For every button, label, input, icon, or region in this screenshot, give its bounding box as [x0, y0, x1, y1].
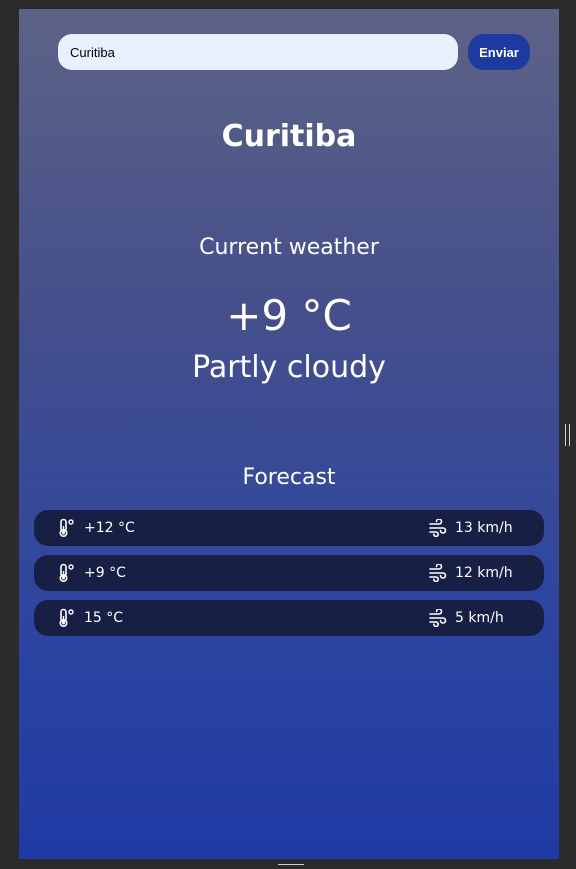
city-title: Curitiba: [221, 119, 357, 154]
wind-icon: [429, 609, 447, 627]
forecast-temperature: +12 °C: [84, 520, 135, 536]
current-description: Partly cloudy: [192, 350, 386, 385]
search-bar: Enviar: [58, 34, 530, 70]
app-window: Enviar Curitiba Current weather +9 °C Pa…: [19, 9, 559, 859]
thermometer-icon: [59, 518, 74, 538]
forecast-row: +9 °C 12 km/h: [34, 555, 544, 591]
thermometer-icon: [59, 608, 74, 628]
current-weather-heading: Current weather: [199, 235, 379, 260]
forecast-wind: 13 km/h: [455, 520, 513, 536]
forecast-wind: 12 km/h: [455, 565, 513, 581]
bottom-resize-handle[interactable]: [278, 864, 304, 869]
forecast-wind: 5 km/h: [455, 610, 504, 626]
wind-icon: [429, 519, 447, 537]
forecast-temperature: +9 °C: [84, 565, 126, 581]
send-button[interactable]: Enviar: [468, 34, 530, 70]
thermometer-icon: [59, 563, 74, 583]
forecast-list: +12 °C 13 km/h +9 °C 12 km/h 15 °C 5 km/…: [34, 510, 544, 645]
forecast-temperature: 15 °C: [84, 610, 124, 626]
forecast-row: 15 °C 5 km/h: [34, 600, 544, 636]
current-temperature: +9 °C: [226, 291, 352, 340]
wind-icon: [429, 564, 447, 582]
forecast-row: +12 °C 13 km/h: [34, 510, 544, 546]
resize-handle[interactable]: [565, 424, 570, 446]
forecast-heading: Forecast: [242, 465, 336, 490]
city-search-input[interactable]: [58, 34, 458, 70]
